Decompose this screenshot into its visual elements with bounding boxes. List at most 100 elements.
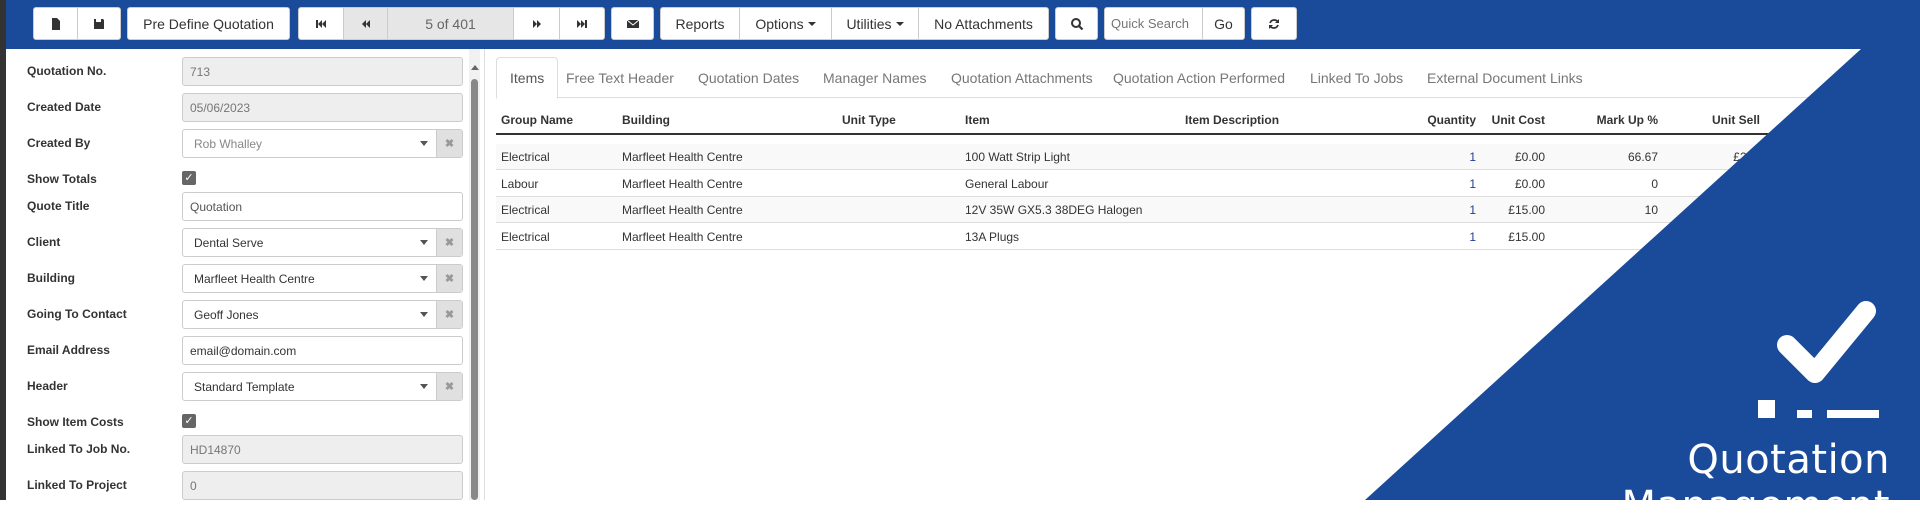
show-item-costs-label: Show Item Costs bbox=[27, 415, 124, 429]
scroll-up-icon[interactable] bbox=[471, 65, 479, 70]
cell-mark-up: 0 bbox=[1651, 176, 1658, 191]
floppy-icon bbox=[94, 18, 104, 29]
cell-building: Marfleet Health Centre bbox=[622, 229, 743, 244]
column-header-item-description[interactable]: Item Description bbox=[1185, 113, 1279, 127]
previous-record-button[interactable] bbox=[343, 7, 388, 40]
column-header-building[interactable]: Building bbox=[622, 113, 670, 127]
tab-free-text-header[interactable]: Free Text Header bbox=[553, 57, 687, 98]
cell-unit-cost: £15.00 bbox=[1508, 229, 1545, 244]
column-header-group-name[interactable]: Group Name bbox=[501, 113, 573, 127]
created-by-select[interactable]: Rob Whalley ✖ bbox=[182, 129, 463, 158]
cell-group-name: Electrical bbox=[501, 150, 550, 164]
created-by-label: Created By bbox=[27, 136, 91, 150]
save-button[interactable] bbox=[77, 7, 121, 40]
scroll-thumb[interactable] bbox=[471, 79, 478, 500]
tab-external-document-links[interactable]: External Document Links bbox=[1414, 57, 1596, 98]
new-button[interactable] bbox=[33, 7, 78, 40]
contact-value: Geoff Jones bbox=[194, 307, 259, 322]
dropdown-icon bbox=[412, 130, 436, 157]
next-record-button[interactable] bbox=[513, 7, 560, 40]
email-label: Email Address bbox=[27, 343, 110, 357]
reports-button[interactable]: Reports bbox=[660, 7, 740, 40]
column-header-quantity[interactable]: Quantity bbox=[1420, 113, 1476, 127]
cell-unit-sell bbox=[1686, 224, 1760, 250]
cell-unit-cost: £0.00 bbox=[1514, 176, 1545, 191]
go-button[interactable]: Go bbox=[1202, 7, 1245, 40]
options-dropdown[interactable]: Options bbox=[739, 7, 832, 40]
checklist-icon bbox=[1758, 301, 1879, 418]
column-header-unit-sell[interactable]: Unit Sell bbox=[1690, 113, 1760, 127]
fast-backward-icon bbox=[316, 19, 326, 28]
cell-group-name: Electrical bbox=[501, 229, 550, 244]
tab-items[interactable]: Items bbox=[496, 57, 559, 99]
cell-mark-up: 10 bbox=[1644, 203, 1658, 217]
clear-icon[interactable]: ✖ bbox=[436, 229, 462, 256]
last-record-button[interactable] bbox=[559, 7, 605, 40]
cell-group-name: Labour bbox=[501, 176, 539, 191]
show-item-costs-checkbox[interactable]: ✓ bbox=[182, 414, 196, 428]
cell-group-name: Electrical bbox=[501, 203, 550, 217]
pre-define-quotation-button[interactable]: Pre Define Quotation bbox=[127, 7, 290, 40]
show-totals-label: Show Totals bbox=[27, 172, 97, 186]
clear-icon[interactable]: ✖ bbox=[436, 130, 462, 157]
file-icon bbox=[51, 17, 60, 30]
clear-icon[interactable]: ✖ bbox=[436, 301, 462, 328]
column-header-mark-up[interactable]: Mark Up % bbox=[1580, 113, 1658, 127]
options-label: Options bbox=[755, 15, 804, 32]
linked-project-field[interactable]: 0 bbox=[182, 471, 463, 500]
dropdown-icon bbox=[412, 229, 436, 256]
tab-quotation-dates[interactable]: Quotation Dates bbox=[685, 57, 812, 98]
form-scrollbar[interactable] bbox=[469, 49, 480, 500]
table-row[interactable]: Labour Marfleet Health Centre General Labo… bbox=[496, 171, 1920, 197]
refresh-icon bbox=[1269, 18, 1279, 29]
tab-quotation-action-performed[interactable]: Quotation Action Performed bbox=[1100, 57, 1298, 98]
forward-icon bbox=[532, 19, 541, 28]
tab-bar: Items Free Text Header Quotation Dates M… bbox=[496, 57, 1920, 99]
panel-divider bbox=[484, 49, 485, 500]
quotation-no-field[interactable]: 713 bbox=[182, 57, 463, 86]
cell-item: 12V 35W GX5.3 38DEG Halogen bbox=[965, 203, 1143, 217]
show-totals-checkbox[interactable]: ✓ bbox=[182, 171, 196, 185]
email-field[interactable]: email@domain.com bbox=[182, 336, 463, 365]
created-date-label: Created Date bbox=[27, 100, 102, 114]
header-select[interactable]: Standard Template ✖ bbox=[182, 372, 463, 401]
first-record-button[interactable] bbox=[298, 7, 344, 40]
table-row[interactable]: Electrical Marfleet Health Centre 13A Plug… bbox=[496, 224, 1920, 250]
tab-linked-to-jobs[interactable]: Linked To Jobs bbox=[1297, 57, 1416, 98]
linked-job-field[interactable]: HD14870 bbox=[182, 435, 463, 464]
search-icon bbox=[1070, 17, 1083, 30]
quick-search-input[interactable] bbox=[1104, 7, 1203, 40]
client-select[interactable]: Dental Serve ✖ bbox=[182, 228, 463, 257]
utilities-dropdown[interactable]: Utilities bbox=[831, 7, 919, 40]
email-button[interactable] bbox=[611, 7, 654, 40]
header-label: Header bbox=[27, 379, 68, 393]
caret-down-icon bbox=[807, 21, 816, 26]
column-header-item[interactable]: Item bbox=[965, 113, 990, 127]
table-row[interactable]: Electrical Marfleet Health Centre 100 Watt… bbox=[496, 144, 1920, 170]
refresh-button[interactable] bbox=[1251, 7, 1297, 40]
clear-icon[interactable]: ✖ bbox=[436, 373, 462, 400]
table-row[interactable]: Electrical Marfleet Health Centre 12V 35W … bbox=[496, 197, 1920, 223]
created-date-field[interactable]: 05/06/2023 bbox=[182, 93, 463, 122]
building-label: Building bbox=[27, 271, 75, 285]
tab-quotation-attachments[interactable]: Quotation Attachments bbox=[938, 57, 1106, 98]
tab-manager-names[interactable]: Manager Names bbox=[810, 57, 940, 98]
cell-quantity: 1 bbox=[1469, 150, 1476, 164]
cell-unit-sell: £200 bbox=[1733, 150, 1760, 164]
created-by-value: Rob Whalley bbox=[194, 136, 263, 151]
cell-unit-sell bbox=[1686, 171, 1760, 197]
search-button[interactable] bbox=[1055, 7, 1098, 40]
utilities-label: Utilities bbox=[846, 15, 892, 32]
attachments-button[interactable]: No Attachments bbox=[918, 7, 1049, 40]
building-select[interactable]: Marfleet Health Centre ✖ bbox=[182, 264, 463, 293]
caret-down-icon bbox=[895, 21, 904, 26]
clear-icon[interactable]: ✖ bbox=[436, 265, 462, 292]
quote-title-label: Quote Title bbox=[27, 199, 90, 213]
quote-title-field[interactable]: Quotation bbox=[182, 192, 463, 221]
dropdown-icon bbox=[412, 373, 436, 400]
client-label: Client bbox=[27, 235, 61, 249]
record-counter: 5 of 401 bbox=[387, 7, 514, 40]
column-header-unit-type[interactable]: Unit Type bbox=[842, 113, 896, 127]
contact-select[interactable]: Geoff Jones ✖ bbox=[182, 300, 463, 329]
column-header-unit-cost[interactable]: Unit Cost bbox=[1480, 113, 1545, 127]
